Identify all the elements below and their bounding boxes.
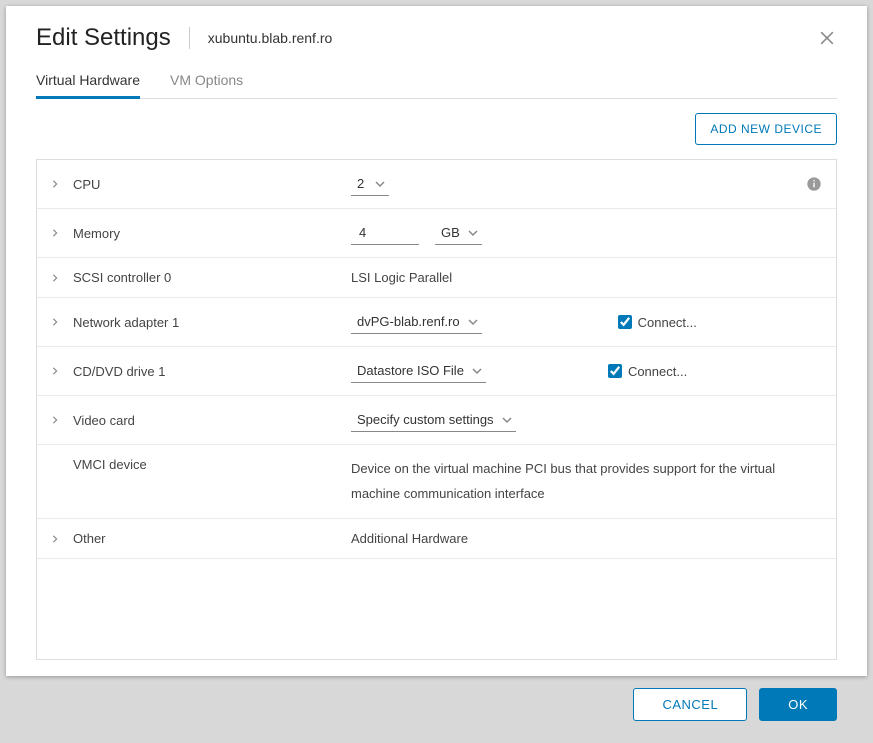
chevron-right-icon[interactable] bbox=[51, 229, 65, 237]
cd-connect-checkbox[interactable] bbox=[608, 364, 622, 378]
network-label: Network adapter 1 bbox=[73, 315, 179, 330]
memory-label: Memory bbox=[73, 226, 120, 241]
chevron-right-icon[interactable] bbox=[51, 274, 65, 282]
add-device-row: ADD NEW DEVICE bbox=[36, 99, 837, 159]
memory-input[interactable] bbox=[351, 221, 419, 245]
scsi-label: SCSI controller 0 bbox=[73, 270, 171, 285]
memory-unit-select[interactable]: GB bbox=[435, 221, 482, 245]
cpu-label: CPU bbox=[73, 177, 100, 192]
scsi-value: LSI Logic Parallel bbox=[351, 270, 452, 285]
edit-settings-dialog: Edit Settings xubuntu.blab.renf.ro Virtu… bbox=[6, 6, 867, 676]
cd-label: CD/DVD drive 1 bbox=[73, 364, 165, 379]
row-video: Video card Specify custom settings bbox=[37, 396, 836, 445]
blank-area bbox=[37, 559, 836, 659]
cd-connect-label: Connect... bbox=[628, 364, 687, 379]
vm-name: xubuntu.blab.renf.ro bbox=[208, 30, 333, 46]
other-label: Other bbox=[73, 531, 106, 546]
row-cd: CD/DVD drive 1 Datastore ISO File Connec… bbox=[37, 347, 836, 396]
info-icon[interactable] bbox=[806, 176, 822, 192]
chevron-right-icon[interactable] bbox=[51, 367, 65, 375]
title-divider bbox=[189, 27, 190, 49]
cd-select[interactable]: Datastore ISO File bbox=[351, 359, 486, 383]
dialog-footer: CANCEL OK bbox=[36, 660, 837, 743]
chevron-right-icon[interactable] bbox=[51, 180, 65, 188]
row-other: Other Additional Hardware bbox=[37, 519, 836, 559]
vmci-label: VMCI device bbox=[73, 457, 147, 472]
network-select[interactable]: dvPG-blab.renf.ro bbox=[351, 310, 482, 334]
row-cpu: CPU 2 bbox=[37, 160, 836, 209]
dialog-title: Edit Settings bbox=[36, 24, 171, 52]
video-select[interactable]: Specify custom settings bbox=[351, 408, 516, 432]
network-connect-label: Connect... bbox=[638, 315, 697, 330]
tabs: Virtual Hardware VM Options bbox=[36, 66, 837, 99]
row-memory: Memory GB bbox=[37, 209, 836, 258]
vmci-description: Device on the virtual machine PCI bus th… bbox=[351, 457, 822, 506]
chevron-right-icon[interactable] bbox=[51, 416, 65, 424]
row-scsi: SCSI controller 0 LSI Logic Parallel bbox=[37, 258, 836, 298]
row-vmci: VMCI device Device on the virtual machin… bbox=[37, 445, 836, 519]
chevron-right-icon[interactable] bbox=[51, 318, 65, 326]
dialog-header: Edit Settings xubuntu.blab.renf.ro bbox=[36, 6, 837, 66]
tab-virtual-hardware[interactable]: Virtual Hardware bbox=[36, 66, 140, 98]
cpu-select[interactable]: 2 bbox=[351, 172, 389, 196]
other-value: Additional Hardware bbox=[351, 531, 468, 546]
tab-vm-options[interactable]: VM Options bbox=[170, 66, 243, 98]
hardware-grid: CPU 2 Memory GB bbox=[36, 159, 837, 660]
close-icon[interactable] bbox=[817, 28, 837, 48]
row-network: Network adapter 1 dvPG-blab.renf.ro Conn… bbox=[37, 298, 836, 347]
add-new-device-button[interactable]: ADD NEW DEVICE bbox=[695, 113, 837, 145]
video-label: Video card bbox=[73, 413, 135, 428]
ok-button[interactable]: OK bbox=[759, 688, 837, 721]
cancel-button[interactable]: CANCEL bbox=[633, 688, 747, 721]
network-connect-checkbox[interactable] bbox=[618, 315, 632, 329]
chevron-right-icon[interactable] bbox=[51, 535, 65, 543]
